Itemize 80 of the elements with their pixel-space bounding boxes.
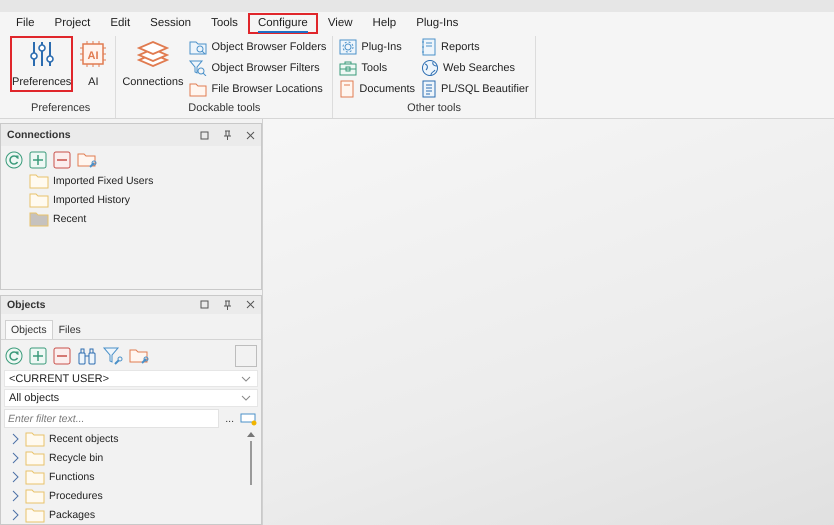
menu-tab[interactable]: Help xyxy=(362,14,406,32)
tree-item[interactable]: Imported History xyxy=(53,194,130,206)
group-label: Preferences xyxy=(30,101,92,116)
ribbon-button[interactable]: Object Browser Folders xyxy=(187,36,328,57)
group-label: Other tools xyxy=(406,101,462,116)
document-icon xyxy=(339,80,356,98)
menu-tab[interactable]: Configure xyxy=(248,12,318,34)
folder-icon xyxy=(25,468,45,484)
folder-icon xyxy=(189,80,208,96)
tree-item[interactable]: Recent objects xyxy=(49,432,118,444)
plus-icon[interactable] xyxy=(29,346,47,365)
ribbon-button[interactable]: Web Searches xyxy=(419,57,531,78)
menu-tab[interactable]: Plug-Ins xyxy=(406,14,468,32)
binoculars-icon[interactable] xyxy=(77,346,97,365)
pin-icon[interactable] xyxy=(223,300,232,310)
pin-icon[interactable] xyxy=(223,130,232,140)
ribbon-button[interactable]: Tools xyxy=(337,57,418,78)
refresh-icon[interactable] xyxy=(5,151,23,169)
ribbon-button[interactable]: Documents xyxy=(337,78,418,99)
toolbox-icon xyxy=(339,60,358,76)
ribbon-button[interactable]: Reports xyxy=(419,36,531,57)
refresh-icon[interactable] xyxy=(5,346,23,365)
folder-icon xyxy=(25,488,45,504)
panel-title: Objects xyxy=(7,298,47,311)
close-icon[interactable] xyxy=(246,300,255,310)
tree-item[interactable]: Procedures xyxy=(49,490,103,502)
folder-icon xyxy=(29,192,49,208)
tree-item[interactable]: Functions xyxy=(49,470,95,482)
window-star-icon[interactable] xyxy=(240,412,258,426)
object-type-dropdown[interactable]: All objects xyxy=(4,389,258,407)
scroll-up-icon[interactable] xyxy=(247,431,255,437)
notebook-icon xyxy=(421,38,438,56)
menu-tab[interactable]: Session xyxy=(140,14,202,32)
globe-icon xyxy=(421,58,440,76)
folder-icon xyxy=(25,430,45,446)
panel-title: Connections xyxy=(7,129,72,141)
menu-tab[interactable]: Tools xyxy=(201,14,248,32)
folder-magnifier-icon xyxy=(189,38,208,54)
more-button[interactable]: ... xyxy=(223,412,236,424)
ribbon-button[interactable]: Preferences xyxy=(10,36,74,92)
menu-tab[interactable]: File xyxy=(6,14,45,32)
ribbon-button[interactable]: Plug-Ins xyxy=(337,36,418,57)
folder-icon xyxy=(29,210,49,226)
layers-icon xyxy=(136,40,169,70)
ribbon-button[interactable]: Connections xyxy=(120,36,186,92)
folder-icon xyxy=(29,172,49,188)
minus-icon[interactable] xyxy=(53,346,71,365)
gear-icon xyxy=(339,38,358,54)
panel-tab[interactable]: Objects xyxy=(5,320,53,339)
close-icon[interactable] xyxy=(246,130,255,140)
group-label: Dockable tools xyxy=(187,101,262,116)
funnel-magnifier-icon xyxy=(189,60,208,76)
plus-icon[interactable] xyxy=(29,151,47,169)
tree-item[interactable]: Recent xyxy=(53,212,86,224)
ribbon-button[interactable]: Object Browser Filters xyxy=(187,57,328,78)
panel-tab[interactable]: Files xyxy=(52,320,87,339)
folder-icon xyxy=(25,450,45,466)
ribbon-button[interactable]: File Browser Locations xyxy=(187,78,328,99)
chevron-down-icon xyxy=(241,395,251,402)
sliders-icon xyxy=(28,40,56,68)
text-document-icon xyxy=(421,80,438,98)
chevron-down-icon xyxy=(241,376,251,382)
ribbon-button[interactable]: PL/SQL Beautifier xyxy=(419,78,531,99)
funnel-wrench-icon[interactable] xyxy=(103,346,123,365)
folder-wrench-icon[interactable] xyxy=(77,151,97,169)
menu-tab[interactable]: Project xyxy=(44,14,100,32)
owner-dropdown[interactable]: <CURRENT USER> xyxy=(4,370,258,388)
tree-item[interactable]: Imported Fixed Users xyxy=(53,174,154,186)
tree-item[interactable]: Packages xyxy=(49,508,96,520)
maximize-icon[interactable] xyxy=(200,130,209,140)
filter-field[interactable]: Enter filter text... xyxy=(4,409,220,428)
scroll-thumb[interactable] xyxy=(250,441,252,485)
menu-tab[interactable]: View xyxy=(318,14,363,32)
folder-wrench-icon[interactable] xyxy=(129,346,149,365)
ribbon-button[interactable]: AI AI xyxy=(75,36,112,92)
minus-icon[interactable] xyxy=(53,151,71,169)
folder-icon xyxy=(25,506,45,522)
tree-item[interactable]: Recycle bin xyxy=(49,452,104,464)
menu-tab[interactable]: Edit xyxy=(100,14,140,32)
maximize-icon[interactable] xyxy=(200,300,209,310)
